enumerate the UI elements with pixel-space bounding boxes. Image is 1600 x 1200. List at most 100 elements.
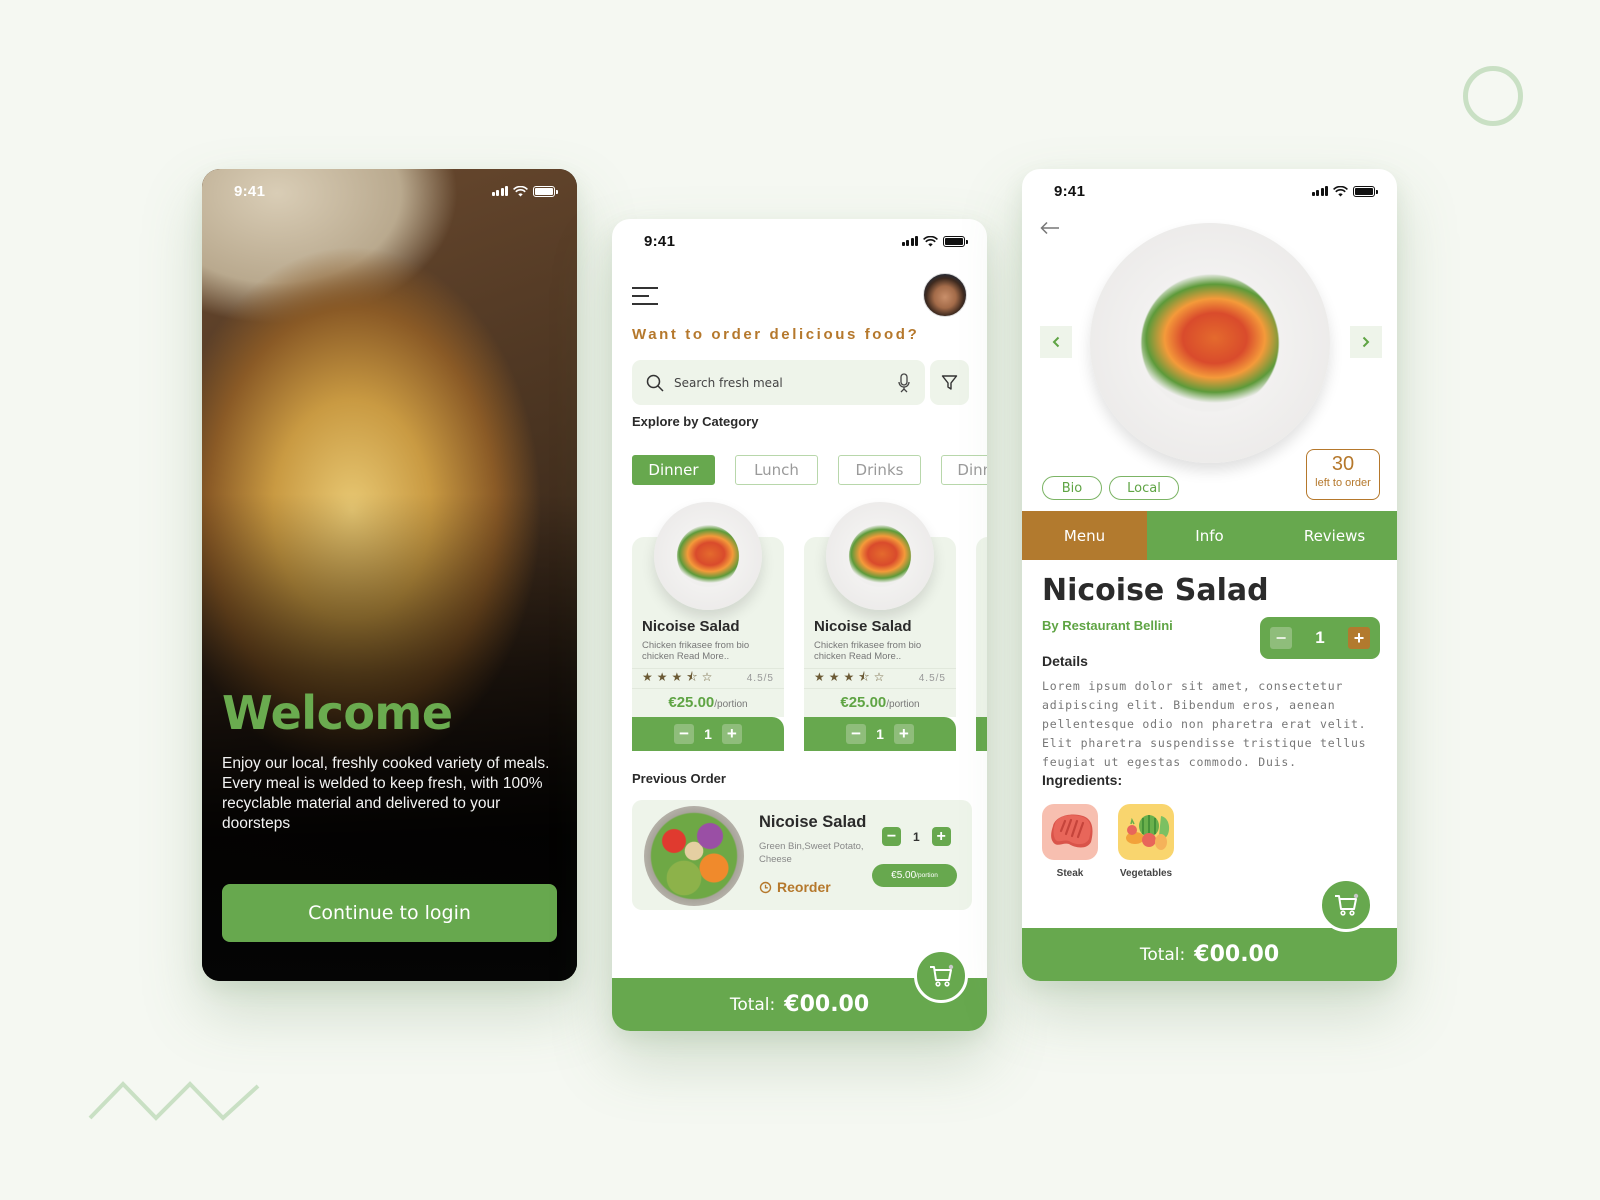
cart-icon — [930, 964, 954, 987]
signal-icon — [901, 236, 918, 246]
restaurant-link[interactable]: By Restaurant Bellini — [1042, 618, 1173, 633]
cart-button[interactable] — [1319, 878, 1373, 932]
quantity-stepper: − 1 + — [1260, 617, 1380, 659]
user-avatar[interactable] — [923, 273, 967, 317]
total-bar: Total: €00.00 — [1022, 928, 1397, 981]
back-button[interactable] — [1040, 221, 1060, 238]
meal-rating: ★★★⯪☆ 4.5/5 — [632, 668, 784, 689]
previous-image-button[interactable] — [1040, 326, 1072, 358]
status-time: 9:41 — [644, 232, 676, 250]
tab-reviews[interactable]: Reviews — [1272, 511, 1397, 560]
decrease-button[interactable]: − — [674, 724, 695, 744]
decrease-button[interactable]: − — [846, 724, 867, 744]
steak-icon — [1042, 804, 1098, 860]
meal-price: €25.00/portion — [668, 694, 748, 711]
status-bar: 9:41 — [612, 219, 987, 263]
total-amount: €00.00 — [784, 992, 870, 1017]
previous-order-card[interactable]: Nicoise Salad Green Bin,Sweet Potato, Ch… — [632, 800, 972, 910]
tab-menu[interactable]: Menu — [1022, 511, 1147, 560]
meal-name: Nicoise Salad — [814, 618, 912, 635]
dish-title: Nicoise Salad — [1042, 573, 1269, 608]
home-tagline: Want to order delicious food? — [632, 326, 920, 343]
meal-description: Chicken frikasee from bio chicken Read M… — [814, 640, 922, 662]
tag-local: Local — [1109, 476, 1179, 500]
arrow-left-icon — [1040, 221, 1059, 235]
decrease-button[interactable]: − — [1270, 627, 1292, 649]
increase-button[interactable]: + — [931, 827, 951, 846]
rating-stars-icon: ★★★⯪☆ — [814, 670, 889, 684]
search-bar[interactable] — [632, 360, 925, 405]
battery-icon — [943, 235, 968, 247]
increase-button[interactable]: + — [893, 724, 914, 744]
meal-description: Chicken frikasee from bio chicken Read M… — [642, 640, 750, 662]
decrease-button[interactable]: − — [882, 827, 901, 846]
vegetables-icon — [1118, 804, 1174, 860]
meal-card-partial[interactable] — [976, 502, 987, 751]
quantity-stepper: − 1 + — [882, 827, 951, 846]
signal-icon — [1311, 186, 1328, 196]
status-bar: 9:41 — [1022, 169, 1397, 213]
total-label: Total: — [1139, 944, 1186, 965]
total-label: Total: — [729, 994, 776, 1015]
rating-stars-icon: ★★★⯪☆ — [642, 670, 717, 684]
category-chip-dinner-2[interactable]: Dinner — [941, 455, 987, 485]
quantity-value: 1 — [704, 726, 712, 742]
menu-hamburger-icon[interactable] — [632, 287, 658, 311]
wifi-icon — [1333, 185, 1348, 196]
decorative-zigzag — [88, 1081, 260, 1121]
quantity-value: 1 — [913, 829, 920, 844]
previous-order-price: €5.00/portion — [872, 864, 957, 887]
stock-label: left to order — [1315, 477, 1371, 489]
category-chip-lunch[interactable]: Lunch — [735, 455, 818, 485]
category-chip-drinks[interactable]: Drinks — [838, 455, 921, 485]
dish-image — [1090, 223, 1330, 463]
meal-rating: ★★★⯪☆ 4.5/5 — [804, 668, 956, 689]
meal-name: Nicoise Salad — [642, 618, 740, 635]
welcome-intro-text: Enjoy our local, freshly cooked variety … — [222, 755, 550, 832]
details-text: Lorem ipsum dolor sit amet, consectetur … — [1042, 679, 1367, 769]
detail-tabs: Menu Info Reviews — [1022, 511, 1397, 560]
decorative-circle — [1463, 66, 1523, 126]
wifi-icon — [923, 235, 938, 246]
welcome-screen: 9:41 Welcome Enjoy our local, freshly co… — [202, 169, 577, 981]
meal-price: €25.00/portion — [840, 694, 920, 711]
search-input[interactable] — [674, 375, 897, 390]
ingredients-list: Steak Vegetables — [1042, 804, 1174, 879]
chevron-left-icon — [1052, 336, 1060, 348]
meal-image — [654, 502, 762, 610]
next-image-button[interactable] — [1350, 326, 1382, 358]
previous-order-name: Nicoise Salad — [759, 813, 867, 831]
status-time: 9:41 — [1054, 182, 1086, 200]
cart-button[interactable] — [914, 949, 968, 1003]
home-screen: 9:41 Want to order delicious food? Explo… — [612, 219, 987, 1031]
microphone-icon[interactable] — [897, 372, 911, 393]
increase-button[interactable]: + — [721, 724, 742, 744]
explore-category-title: Explore by Category — [632, 414, 759, 429]
ingredient-vegetables[interactable]: Vegetables — [1118, 804, 1174, 879]
ingredient-steak[interactable]: Steak — [1042, 804, 1098, 879]
wifi-icon — [513, 185, 528, 196]
status-bar: 9:41 — [202, 169, 577, 213]
filter-button[interactable] — [930, 360, 969, 405]
continue-to-login-button[interactable]: Continue to login — [222, 884, 557, 942]
cart-icon — [1335, 893, 1359, 916]
quantity-value: 1 — [876, 726, 884, 742]
previous-order-description: Green Bin,Sweet Potato, Cheese — [759, 841, 864, 865]
status-time: 9:41 — [234, 182, 266, 200]
meal-card[interactable]: Nicoise Salad Chicken frikasee from bio … — [632, 502, 784, 751]
category-chips: Dinner Lunch Drinks Dinner — [632, 455, 987, 485]
category-chip-dinner[interactable]: Dinner — [632, 455, 715, 485]
total-amount: €00.00 — [1194, 942, 1280, 967]
tab-info[interactable]: Info — [1147, 511, 1272, 560]
increase-button[interactable]: + — [1348, 627, 1370, 649]
search-icon — [646, 374, 664, 392]
meal-card[interactable]: Nicoise Salad Chicken frikasee from bio … — [804, 502, 956, 751]
rating-value: 4.5/5 — [746, 673, 774, 684]
rating-value: 4.5/5 — [918, 673, 946, 684]
meal-image — [826, 502, 934, 610]
signal-icon — [491, 186, 508, 196]
quantity-stepper: − 1 + — [632, 717, 784, 751]
chevron-right-icon — [1362, 336, 1370, 348]
reorder-button[interactable]: Reorder — [759, 879, 831, 895]
stock-counter: 30 left to order — [1306, 449, 1380, 500]
